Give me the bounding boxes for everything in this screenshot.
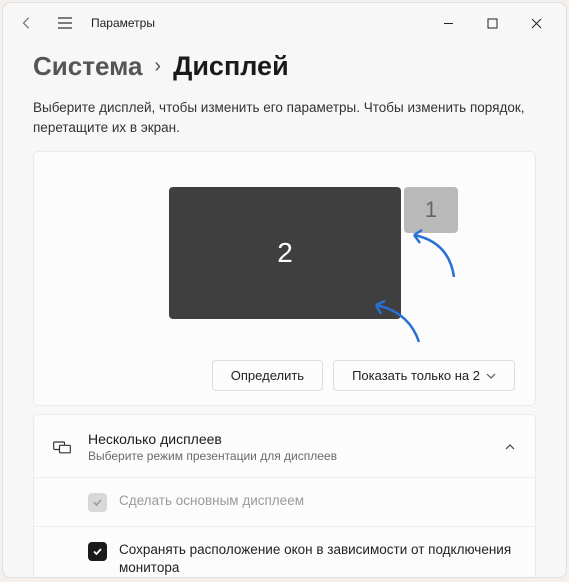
section-subtitle: Выберите режим презентации для дисплеев bbox=[88, 449, 487, 463]
display-arrangement-area[interactable]: 2 1 bbox=[54, 172, 515, 342]
settings-window: Параметры Система › Дисплей Выберите дис… bbox=[2, 2, 567, 578]
back-button[interactable] bbox=[11, 7, 43, 39]
chevron-up-icon bbox=[503, 440, 517, 454]
chevron-right-icon: › bbox=[154, 55, 161, 78]
breadcrumb-parent[interactable]: Система bbox=[33, 51, 142, 82]
multiple-displays-icon bbox=[52, 437, 72, 457]
display-arrangement-card: 2 1 Определить Показать только на 2 bbox=[33, 151, 536, 406]
check-icon bbox=[92, 497, 103, 508]
maximize-button[interactable] bbox=[470, 8, 514, 38]
app-title: Параметры bbox=[91, 16, 155, 30]
breadcrumb: Система › Дисплей bbox=[33, 51, 536, 82]
chevron-down-icon bbox=[486, 371, 496, 381]
make-main-display-row: Сделать основным дисплеем bbox=[34, 477, 535, 526]
minimize-button[interactable] bbox=[426, 8, 470, 38]
make-main-checkbox bbox=[88, 493, 107, 512]
multiple-displays-header[interactable]: Несколько дисплеев Выберите режим презен… bbox=[34, 415, 535, 477]
check-icon bbox=[92, 546, 103, 557]
section-title: Несколько дисплеев bbox=[88, 431, 487, 447]
page-description: Выберите дисплей, чтобы изменить его пар… bbox=[33, 98, 536, 137]
remember-layout-row: Сохранять расположение окон в зависимост… bbox=[34, 526, 535, 577]
titlebar: Параметры bbox=[3, 3, 566, 43]
menu-button[interactable] bbox=[49, 7, 81, 39]
annotation-arrow-icon bbox=[399, 227, 469, 287]
multiple-displays-card: Несколько дисплеев Выберите режим презен… bbox=[33, 414, 536, 577]
close-button[interactable] bbox=[514, 8, 558, 38]
annotation-arrow-icon bbox=[364, 297, 434, 352]
display-mode-dropdown[interactable]: Показать только на 2 bbox=[333, 360, 515, 391]
remember-layout-label: Сохранять расположение окон в зависимост… bbox=[119, 541, 517, 577]
make-main-label: Сделать основным дисплеем bbox=[119, 492, 304, 510]
identify-button[interactable]: Определить bbox=[212, 360, 323, 391]
page-title: Дисплей bbox=[173, 51, 289, 82]
remember-layout-checkbox[interactable] bbox=[88, 542, 107, 561]
